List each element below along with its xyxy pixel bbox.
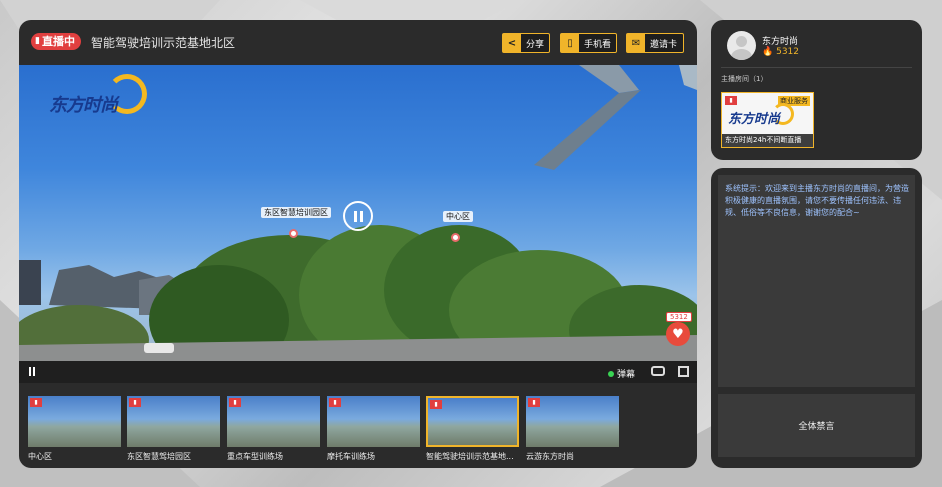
host-rooms-label: 主播房间（1） — [721, 75, 768, 83]
host-info-panel: 东方时尚 🔥 5312 主播房间（1） ▮ 商业服务 东方时尚 东方时尚24h不… — [711, 20, 922, 160]
room-card-logo: 东方时尚 — [728, 112, 781, 127]
pause-icon[interactable] — [29, 367, 35, 376]
fullscreen-icon[interactable] — [678, 366, 689, 377]
live-tag-icon: ▮ — [430, 400, 442, 409]
scene-thumbnail-caption: 云游东方时尚 — [526, 452, 574, 461]
chat-message-area[interactable]: 系统提示：欢迎来到主播东方时尚的直播间，为营造积极健康的直播氛围，请您不要传播任… — [718, 175, 915, 387]
live-badge-label: 直播中 — [41, 35, 75, 48]
live-tag-icon: ▮ — [329, 398, 341, 407]
host-hot-value: 🔥 5312 — [762, 47, 799, 57]
live-tag-icon: ▮ — [30, 398, 42, 407]
player-control-bar: 弹幕 — [19, 361, 697, 383]
hotspot-marker-center[interactable] — [451, 233, 460, 242]
live-signal-icon: ▮ — [35, 36, 40, 46]
system-message: 系统提示：欢迎来到主播东方时尚的直播间，为营造积极健康的直播氛围，请您不要传播任… — [725, 184, 909, 217]
live-tag-icon: ▮ — [528, 398, 540, 407]
avatar[interactable] — [727, 31, 756, 60]
hotspot-label-center[interactable]: 中心区 — [443, 211, 473, 222]
invite-card-button[interactable]: ✉ 邀请卡 — [626, 33, 684, 53]
player-header: ▮ 直播中 智能驾驶培训示范基地北区 < 分享 ▯ 手机看 ✉ 邀请卡 — [19, 20, 697, 64]
flame-icon: 🔥 — [762, 47, 774, 57]
brand-logo: 东方时尚 — [49, 95, 118, 116]
scene-thumbnail-caption: 重点车型训练场 — [227, 452, 283, 461]
share-label: 分享 — [526, 39, 545, 50]
pause-overlay-button[interactable] — [343, 201, 373, 231]
hotspot-label-east[interactable]: 东区智慧培训园区 — [261, 207, 331, 218]
scene-thumbnail-caption: 摩托车训练场 — [327, 452, 375, 461]
live-badge: ▮ 直播中 — [31, 33, 81, 50]
chat-panel: 系统提示：欢迎来到主播东方时尚的直播间，为营造积极健康的直播氛围，请您不要传播任… — [711, 168, 922, 468]
share-button[interactable]: < 分享 — [502, 33, 550, 53]
room-title: 智能驾驶培训示范基地北区 — [91, 36, 236, 50]
hotspot-marker-east[interactable] — [289, 229, 298, 238]
share-icon: < — [503, 34, 521, 52]
mobile-view-button[interactable]: ▯ 手机看 — [560, 33, 617, 53]
mobile-view-label: 手机看 — [584, 39, 612, 50]
panorama-video[interactable]: 东方时尚 东区智慧培训园区 中心区 5312 ♥ — [19, 65, 697, 361]
vr-glasses-icon[interactable] — [651, 366, 665, 376]
host-room-card[interactable]: ▮ 商业服务 东方时尚 东方时尚24h不间断直播 — [721, 92, 814, 148]
danmu-toggle[interactable]: 弹幕 — [608, 367, 635, 380]
live-tag-icon: ▮ — [129, 398, 141, 407]
live-tag-icon: ▮ — [725, 96, 737, 105]
danmu-status-dot — [608, 370, 614, 377]
invite-card-icon: ✉ — [627, 34, 645, 52]
scene-thumbnail-caption: 智能驾驶培训示范基地... — [426, 452, 514, 461]
invite-card-label: 邀请卡 — [650, 39, 678, 50]
scene-thumbnail-caption: 东区智慧驾培园区 — [127, 452, 191, 461]
host-name[interactable]: 东方时尚 — [762, 34, 798, 47]
scene-thumbnail-caption: 中心区 — [28, 452, 52, 461]
mute-all-notice: 全体禁言 — [718, 394, 915, 457]
live-player-panel: ▮ 直播中 智能驾驶培训示范基地北区 < 分享 ▯ 手机看 ✉ 邀请卡 东方时尚… — [19, 20, 697, 468]
like-count: 5312 — [666, 312, 692, 322]
live-tag-icon: ▮ — [229, 398, 241, 407]
phone-icon: ▯ — [561, 34, 579, 52]
heart-icon[interactable]: ♥ — [666, 322, 690, 346]
danmu-label: 弹幕 — [617, 370, 636, 380]
divider — [721, 67, 912, 68]
room-card-title: 东方时尚24h不间断直播 — [722, 134, 813, 147]
host-hot-number: 5312 — [776, 47, 799, 57]
